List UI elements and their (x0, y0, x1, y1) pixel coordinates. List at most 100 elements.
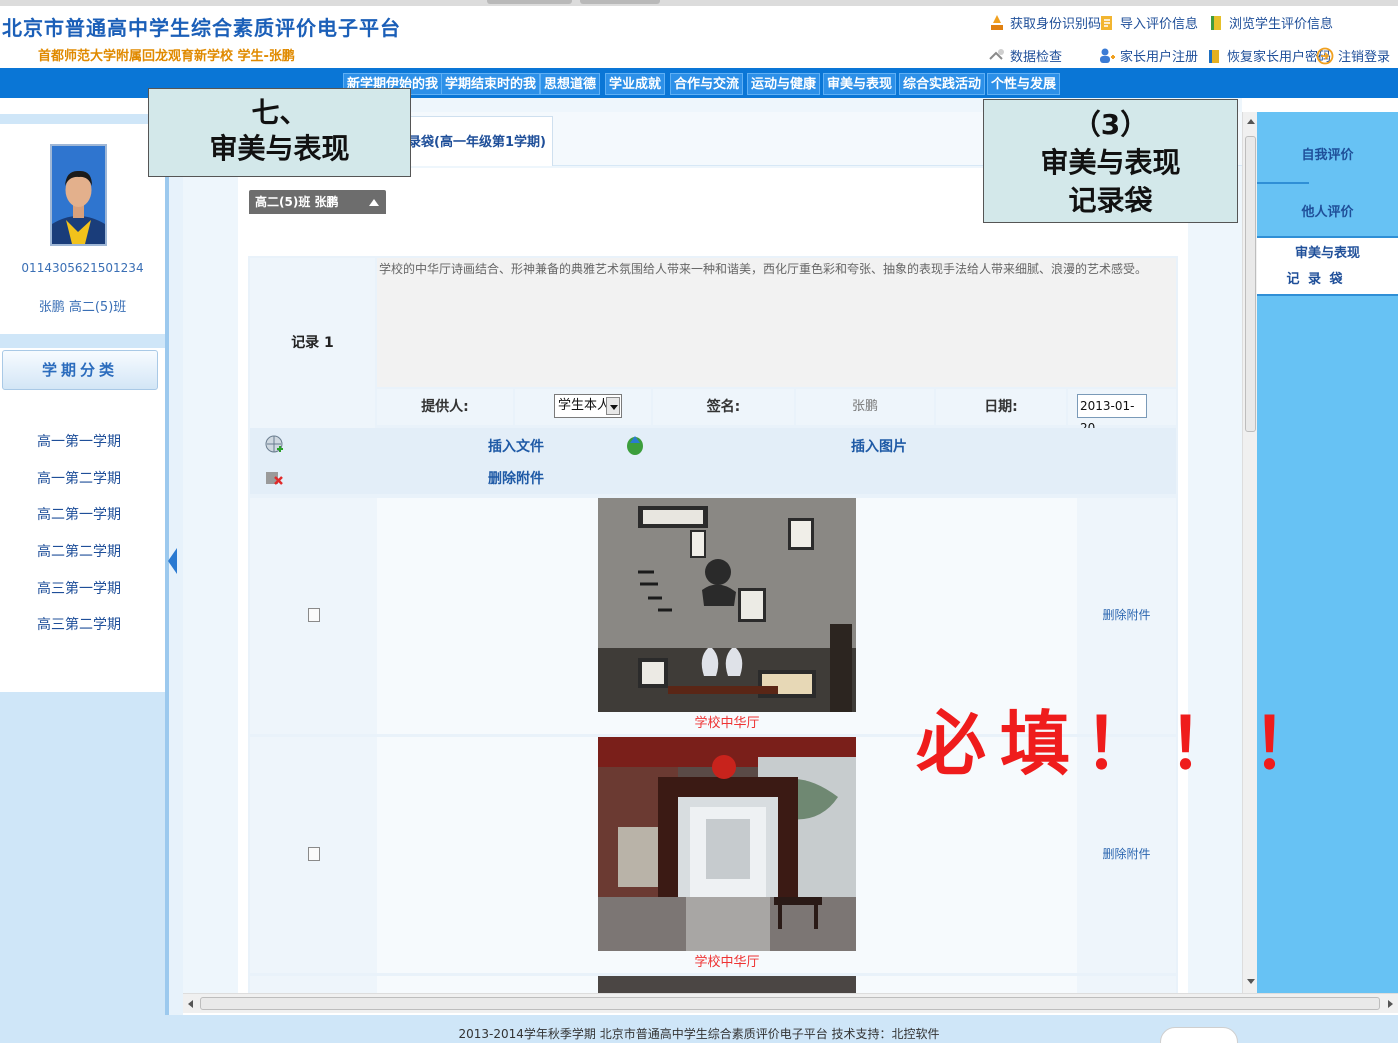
nav-item-practice[interactable]: 综合实践活动 (899, 73, 986, 95)
key-icon (988, 14, 1006, 32)
right-panel: 自我评价 他人评价 审美与表现 记 录 袋 (1257, 112, 1398, 993)
annotation-subsection-label: （3） 审美与表现 记录袋 (983, 99, 1238, 223)
nav-item-academic[interactable]: 学业成就 (605, 73, 666, 95)
row-checkbox-cell (250, 976, 377, 993)
collapse-triangle-icon (369, 199, 379, 206)
required-annotation: 必填！！！ (916, 703, 1336, 785)
scroll-down-icon[interactable] (1247, 979, 1255, 984)
collapse-sidebar-icon[interactable] (168, 548, 177, 574)
vertical-scrollbar[interactable] (1242, 112, 1257, 993)
right-divider (1257, 182, 1309, 184)
link-data-check[interactable]: 数据检查 (988, 46, 1062, 65)
horizontal-scroll-thumb[interactable] (200, 997, 1380, 1010)
delete-attachment-button[interactable]: 删除附件 (1077, 845, 1176, 862)
page-footer: 2013-2014学年秋季学期 北京市普通高中学生综合素质评价电子平台 技术支持… (0, 1015, 1398, 1043)
annotation-line: 审美与表现 (1040, 146, 1181, 179)
nav-item-aesthetics[interactable]: 审美与表现 (823, 73, 897, 95)
right-link-self-evaluation[interactable]: 自我评价 (1257, 144, 1398, 163)
user-add-icon (1098, 47, 1116, 65)
record-text-area[interactable]: 学校的中华厅诗画结合、形神兼备的典雅艺术氛围给人带来一种和谐美，西化厅重色彩和夸… (377, 258, 1176, 387)
link-get-id-code[interactable]: 获取身份识别码 (988, 13, 1101, 32)
link-import-evaluation[interactable]: 导入评价信息 (1098, 13, 1198, 32)
record-form: 记录 1 学校的中华厅诗画结合、形神兼备的典雅艺术氛围给人带来一种和谐美，西化厅… (248, 256, 1178, 993)
link-label: 注销登录 (1338, 50, 1391, 65)
annotation-line: 七、 (251, 96, 308, 129)
semester-category-header: 学期分类 (2, 350, 158, 390)
right-active-line1: 审美与表现 (1294, 246, 1360, 261)
semester-link[interactable]: 高三第二学期 (0, 614, 158, 634)
semester-link[interactable]: 高一第二学期 (0, 468, 158, 488)
tab-record-bag[interactable]: 录袋(高一年级第1学期) (403, 116, 553, 166)
right-active-line2: 记 录 袋 (1286, 272, 1345, 287)
right-link-peer-evaluation[interactable]: 他人评价 (1257, 201, 1398, 220)
page-header: 北京市普通高中学生综合素质评价电子平台 首都师范大学附属回龙观育新学校 学生-张… (0, 6, 1398, 68)
nav-item-semester-end[interactable]: 学期结束时的我 (441, 73, 541, 95)
insert-file-icon[interactable] (263, 434, 285, 456)
insert-image-icon[interactable] (624, 434, 646, 456)
date-input[interactable]: 2013-01-20 (1077, 394, 1147, 435)
right-link-aesthetic-record-bag[interactable]: 审美与表现 记 录 袋 (1257, 236, 1398, 296)
delete-attachment-button[interactable]: 删除附件 (1077, 606, 1176, 623)
attachment-image-hall[interactable] (598, 498, 856, 712)
attachment-image[interactable] (598, 976, 856, 993)
annotation-line: （3） (1072, 108, 1149, 141)
tab-label: 录袋(高一年级第1学期) (408, 135, 546, 150)
nav-item-personality[interactable]: 个性与发展 (987, 73, 1061, 95)
delete-attachment-icon[interactable] (263, 466, 285, 488)
attachment-row (250, 976, 1176, 993)
school-student-line: 首都师范大学附属回龙观育新学校 学生-张鹏 (38, 49, 295, 64)
left-sidebar: 0114305621501234 张鹏 高二(5)班 学期分类 高一第一学期 高… (0, 98, 165, 1015)
attachment-checkbox[interactable] (308, 608, 320, 622)
sign-label: 签名: (653, 389, 794, 425)
semester-link[interactable]: 高二第一学期 (0, 504, 158, 524)
link-label: 导入评价信息 (1120, 17, 1199, 32)
date-label: 日期: (936, 389, 1066, 425)
scroll-left-icon[interactable] (188, 1000, 193, 1008)
sidebar-divider (0, 114, 165, 124)
check-icon (988, 47, 1006, 65)
chevron-down-icon[interactable] (606, 397, 620, 415)
browser-tab[interactable] (580, 0, 660, 4)
nav-item-moral[interactable]: 思想道德 (540, 73, 601, 95)
insert-image-link[interactable]: 插入图片 (851, 436, 907, 456)
annotation-line: 记录袋 (1068, 184, 1153, 217)
semester-link[interactable]: 高三第一学期 (0, 578, 158, 598)
browser-tab[interactable] (487, 0, 572, 4)
link-parent-register[interactable]: 家长用户注册 (1098, 46, 1198, 65)
import-icon (1098, 14, 1116, 32)
scroll-up-icon[interactable] (1247, 119, 1255, 124)
provider-selected-value: 学生本人 (558, 398, 611, 413)
nav-item-sports-health[interactable]: 运动与健康 (747, 73, 821, 95)
nav-item-cooperation[interactable]: 合作与交流 (670, 73, 744, 95)
link-logout[interactable]: 注销登录 (1316, 46, 1390, 65)
link-label: 浏览学生评价信息 (1229, 17, 1334, 32)
network-speed-widget[interactable] (1160, 1027, 1238, 1043)
semester-link[interactable]: 高一第一学期 (0, 431, 158, 451)
horizontal-scrollbar[interactable] (183, 993, 1398, 1013)
browse-icon (1207, 14, 1225, 32)
attachment-caption: 学校中华厅 (694, 716, 760, 731)
student-photo (50, 144, 107, 246)
attachment-checkbox[interactable] (308, 847, 320, 861)
semester-link[interactable]: 高二第二学期 (0, 541, 158, 561)
link-label: 数据检查 (1010, 50, 1063, 65)
student-id: 0114305621501234 (21, 261, 144, 275)
insert-file-link[interactable]: 插入文件 (488, 436, 544, 456)
link-recover-parent-password[interactable]: 恢复家长用户密码 (1205, 46, 1331, 65)
delete-cell (1077, 976, 1176, 993)
main-area: 录袋(高一年级第1学期) 高二(5)班 张鹏 记录 1 学校的中华厅诗画结合、形… (183, 98, 1242, 993)
attachment-caption: 学校中华厅 (694, 955, 760, 970)
section-header-label: 高二(5)班 张鹏 (255, 195, 339, 209)
delete-attachment-link[interactable]: 删除附件 (488, 468, 544, 488)
logout-icon (1316, 47, 1334, 65)
site-title: 北京市普通高中学生综合素质评价电子平台 (2, 16, 401, 40)
sidebar-divider (0, 334, 165, 348)
provider-label: 提供人: (377, 389, 513, 425)
link-browse-evaluation[interactable]: 浏览学生评价信息 (1207, 13, 1333, 32)
provider-select[interactable]: 学生本人 (554, 394, 622, 418)
scroll-right-icon[interactable] (1388, 1000, 1393, 1008)
record-text: 学校的中华厅诗画结合、形神兼备的典雅艺术氛围给人带来一种和谐美，西化厅重色彩和夸… (379, 262, 1148, 276)
attachment-image-hall[interactable] (598, 737, 856, 951)
sign-value: 张鹏 (796, 389, 934, 425)
student-section-header[interactable]: 高二(5)班 张鹏 (249, 190, 386, 214)
